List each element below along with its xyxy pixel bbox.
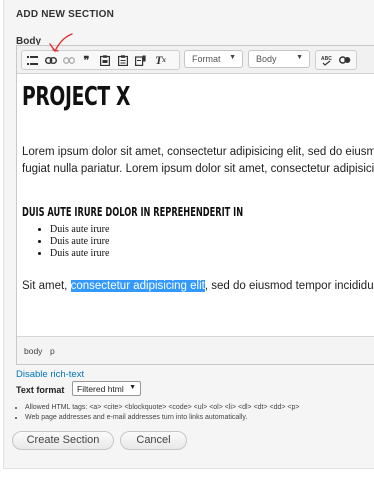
- document-heading: DUIS AUTE IRURE DOLOR IN REPREHENDERIT I…: [22, 204, 244, 219]
- toolbar-button-group: ABC: [315, 50, 357, 70]
- chevron-down-icon: ▼: [296, 54, 303, 61]
- style-dropdown-label: Body: [256, 54, 277, 64]
- paragraph-text: , sed do eiusmod tempor incididu: [204, 280, 374, 292]
- paste-text-icon[interactable]: [114, 52, 131, 68]
- page-title: ADD NEW SECTION: [16, 9, 114, 20]
- create-section-button[interactable]: Create Section: [12, 431, 114, 450]
- link-icon[interactable]: [42, 52, 59, 68]
- bullet-list: Duis aute irure Duis aute irure Duis aut…: [22, 224, 109, 260]
- chevron-down-icon: ▼: [129, 384, 136, 391]
- paragraph-line: fugiat nulla pariatur. Lorem ipsum dolor…: [22, 163, 374, 175]
- list-item: Duis aute irure: [50, 248, 109, 260]
- paragraph: Sit amet, consectetur adipisicing elit, …: [22, 280, 374, 292]
- disable-rich-text-link[interactable]: Disable rich-text: [16, 369, 84, 380]
- paragraph-text: Sit amet,: [22, 280, 71, 292]
- spellcheck-icon[interactable]: ABC: [318, 52, 335, 68]
- text-format-label: Text format: [16, 385, 65, 395]
- path-item-p[interactable]: p: [50, 346, 55, 356]
- cancel-button[interactable]: Cancel: [120, 431, 187, 450]
- rich-text-editor: ❞ Tx Format ▼ Body ▼ ABC PROJECT X Lorem…: [16, 45, 374, 365]
- toolbar-button-group: ❞ Tx: [21, 50, 180, 70]
- blockquote-icon[interactable]: ❞: [78, 52, 95, 68]
- path-item-body[interactable]: body: [24, 346, 42, 356]
- text-format-value: Filtered html: [77, 384, 124, 394]
- element-path-bar: body p: [17, 336, 374, 364]
- format-tips-list: Allowed HTML tags: <a> <cite> <blockquot…: [16, 403, 300, 422]
- remove-format-icon[interactable]: Tx: [152, 52, 169, 68]
- format-dropdown-label: Format: [192, 54, 221, 64]
- paste-word-icon[interactable]: [132, 52, 149, 68]
- paragraph: Lorem ipsum dolor sit amet, consectetur …: [22, 144, 374, 178]
- annotation-checkmark-icon: [49, 33, 73, 53]
- format-dropdown[interactable]: Format ▼: [184, 50, 243, 68]
- document-title: PROJECT X: [22, 82, 131, 112]
- svg-text:ABC: ABC: [321, 56, 332, 62]
- selected-text: consectetur adipisicing elit: [70, 280, 205, 292]
- text-format-select[interactable]: Filtered html ▼: [72, 381, 141, 396]
- bulleted-list-icon[interactable]: [24, 52, 41, 68]
- list-item: Duis aute irure: [50, 224, 109, 236]
- add-section-panel: ADD NEW SECTION Body ❞ T x Format ▼ Body…: [3, 0, 374, 469]
- list-item: Web page addresses and e-mail addresses …: [25, 413, 300, 423]
- style-dropdown[interactable]: Body ▼: [248, 50, 310, 68]
- unlink-icon[interactable]: [60, 52, 77, 68]
- editor-content-area[interactable]: PROJECT X Lorem ipsum dolor sit amet, co…: [22, 74, 374, 336]
- chain-icon[interactable]: [336, 52, 353, 68]
- list-item: Allowed HTML tags: <a> <cite> <blockquot…: [25, 403, 300, 413]
- paste-icon[interactable]: [96, 52, 113, 68]
- list-item: Duis aute irure: [50, 236, 109, 248]
- chevron-down-icon: ▼: [229, 54, 236, 61]
- paragraph-line: Lorem ipsum dolor sit amet, consectetur …: [22, 146, 374, 158]
